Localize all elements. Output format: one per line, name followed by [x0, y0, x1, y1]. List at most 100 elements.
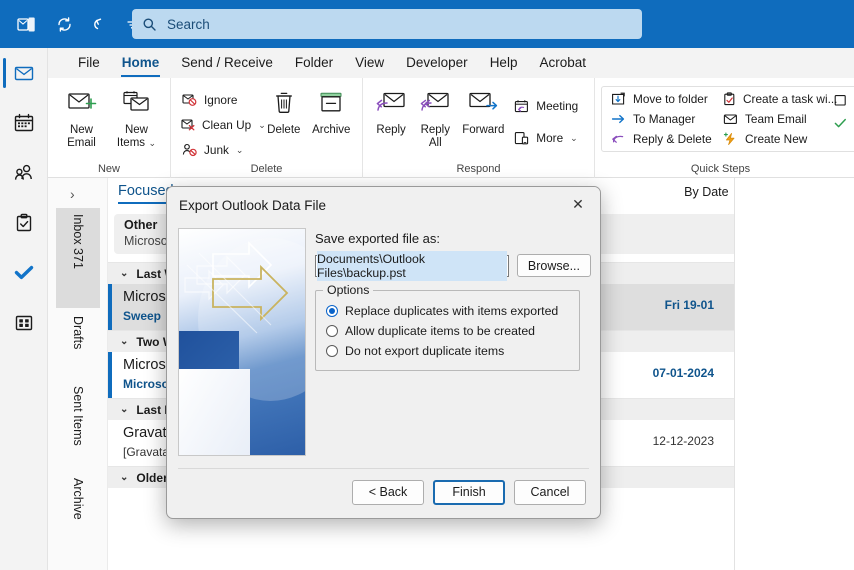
- quick-step-create-task[interactable]: Create a task wi...: [718, 90, 837, 107]
- reading-pane: [734, 178, 854, 570]
- quick-step-create-task-label: Create a task wi...: [743, 91, 838, 106]
- dialog-form: Save exported file as: Documents\Outlook…: [315, 231, 591, 371]
- browse-button[interactable]: Browse...: [516, 254, 591, 277]
- radio-no-duplicates[interactable]: Do not export duplicate items: [326, 341, 569, 361]
- search-input[interactable]: Search: [132, 9, 642, 39]
- chevron-down-icon: ⌄: [146, 138, 157, 148]
- close-icon[interactable]: ✕: [556, 187, 600, 221]
- export-arrows-artwork: [178, 228, 306, 456]
- finish-button[interactable]: Finish: [433, 479, 505, 505]
- delete-label: Delete: [267, 124, 301, 136]
- mail-folder-icon: [832, 92, 848, 108]
- folder-item-sent-items[interactable]: Sent Items: [56, 380, 100, 470]
- save-as-label: Save exported file as:: [315, 231, 441, 246]
- sort-by-label: By Date: [684, 185, 729, 199]
- radio-replace-duplicates[interactable]: Replace duplicates with items exported: [326, 301, 569, 321]
- quick-step-extra-1[interactable]: [828, 90, 852, 110]
- forward-icon: [467, 90, 499, 121]
- folder-item-inbox[interactable]: Inbox 371: [56, 208, 100, 308]
- trash-icon: [269, 90, 299, 121]
- reply-all-label: Reply All: [420, 124, 450, 149]
- meeting-icon: [513, 98, 530, 114]
- title-bar: Search: [0, 0, 854, 48]
- unread-indicator: [108, 284, 112, 330]
- reply-icon: [375, 90, 407, 121]
- apps-grid-icon: [13, 312, 35, 334]
- more-respond-label: More: [536, 131, 564, 145]
- dialog-body: Save exported file as: Documents\Outlook…: [167, 223, 600, 463]
- quick-step-to-manager[interactable]: To Manager: [606, 110, 718, 127]
- quick-step-move-to-folder[interactable]: Move to folder: [606, 90, 718, 107]
- nav-item-mail[interactable]: [0, 48, 48, 98]
- sort-by-control[interactable]: By Date ⌄: [684, 185, 741, 199]
- radio-button-icon[interactable]: [326, 345, 338, 357]
- options-group: Options Replace duplicates with items ex…: [315, 283, 580, 371]
- quick-step-reply-delete[interactable]: Reply & Delete: [606, 131, 718, 148]
- ribbon-group-respond: Reply Reply All Forward Meeting More ⌄ R…: [362, 78, 594, 178]
- ignore-label: Ignore: [204, 93, 238, 107]
- export-path-input[interactable]: Documents\Outlook Files\backup.pst: [315, 250, 509, 281]
- search-placeholder: Search: [167, 16, 210, 32]
- ignore-button[interactable]: Ignore: [177, 90, 261, 110]
- cancel-button[interactable]: Cancel: [514, 479, 586, 505]
- nav-rail: [0, 48, 48, 570]
- quick-step-create-new[interactable]: Create New: [718, 131, 828, 148]
- back-button[interactable]: < Back: [352, 479, 424, 505]
- nav-item-tasks[interactable]: [0, 198, 48, 248]
- ignore-icon: [181, 92, 198, 108]
- nav-item-todo[interactable]: [0, 248, 48, 298]
- tab-view[interactable]: View: [345, 52, 394, 74]
- chevron-down-icon: ⌄: [120, 336, 129, 347]
- tab-acrobat[interactable]: Acrobat: [529, 52, 596, 74]
- quick-step-move-label: Move to folder: [633, 91, 708, 106]
- tab-folder[interactable]: Folder: [285, 52, 343, 74]
- done-check-icon: [832, 115, 848, 131]
- nav-item-calendar[interactable]: [0, 98, 48, 148]
- cleanup-button[interactable]: Clean Up ⌄: [177, 115, 266, 135]
- junk-button[interactable]: Junk ⌄: [177, 140, 261, 160]
- ribbon-group-label-new: New: [97, 163, 120, 175]
- radio-allow-duplicates[interactable]: Allow duplicate items to be created: [326, 321, 569, 341]
- ribbon-tab-strip: File Home Send / Receive Folder View Dev…: [48, 48, 854, 78]
- tab-send-receive[interactable]: Send / Receive: [171, 52, 283, 74]
- nav-item-more-apps[interactable]: [0, 298, 48, 348]
- radio-button-icon[interactable]: [326, 325, 338, 337]
- reply-all-icon: [419, 90, 451, 121]
- dialog-title: Export Outlook Data File: [179, 197, 327, 213]
- quick-steps-gallery: Move to folder To Manager Reply & Delete: [601, 86, 854, 152]
- new-email-icon: [66, 90, 98, 121]
- cleanup-icon: [181, 117, 196, 133]
- outlook-logo-icon: [10, 0, 42, 48]
- tab-home[interactable]: Home: [112, 52, 170, 77]
- create-task-icon: [722, 91, 737, 107]
- cleanup-label: Clean Up: [202, 118, 252, 132]
- undo-icon[interactable]: [84, 0, 116, 48]
- quick-step-team-email[interactable]: Team Email: [718, 110, 828, 127]
- team-email-icon: [722, 111, 739, 127]
- new-items-label: New Items ⌄: [116, 124, 157, 149]
- archive-icon: [316, 90, 346, 121]
- dialog-title-bar: Export Outlook Data File ✕: [167, 187, 600, 223]
- tab-help[interactable]: Help: [480, 52, 528, 74]
- create-new-icon: [722, 131, 739, 147]
- radio-button-icon[interactable]: [326, 305, 338, 317]
- outlook-window: Search File Home Send / Receive Folder V…: [0, 0, 854, 570]
- quick-step-manager-label: To Manager: [633, 111, 696, 126]
- chevron-down-icon: ⌄: [120, 268, 129, 279]
- folder-item-archive[interactable]: Archive: [56, 472, 100, 548]
- more-respond-button[interactable]: More ⌄: [509, 128, 588, 148]
- quick-step-extra-2[interactable]: [828, 113, 852, 133]
- tab-developer[interactable]: Developer: [396, 52, 478, 74]
- meeting-button[interactable]: Meeting: [509, 96, 588, 116]
- tab-file[interactable]: File: [68, 52, 110, 74]
- refresh-icon[interactable]: [48, 0, 80, 48]
- ribbon-group-quick-steps: Move to folder To Manager Reply & Delete: [594, 78, 854, 178]
- chevron-right-icon[interactable]: ›: [70, 186, 75, 202]
- search-icon: [142, 17, 157, 32]
- nav-item-people[interactable]: [0, 148, 48, 198]
- mail-date: 12-12-2023: [652, 434, 714, 448]
- folder-item-drafts[interactable]: Drafts: [56, 310, 100, 378]
- mail-icon: [13, 62, 35, 84]
- export-path-value: Documents\Outlook Files\backup.pst: [317, 250, 507, 281]
- checkmark-icon: [13, 262, 35, 284]
